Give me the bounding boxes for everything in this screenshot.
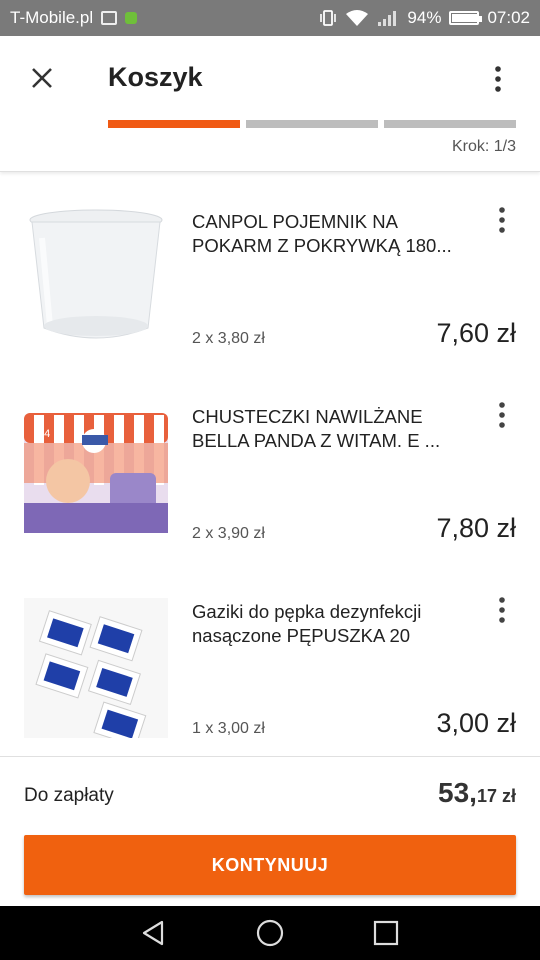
wifi-icon <box>346 10 369 26</box>
product-image-wipes: 64 <box>24 413 168 533</box>
more-vert-icon[interactable] <box>486 64 510 94</box>
product-total: 3,00 zł <box>436 708 516 738</box>
step-indicator: Krok: 1/3 <box>451 138 516 155</box>
continue-button[interactable]: KONTYNUUJ <box>24 835 516 895</box>
svg-text:64: 64 <box>38 428 50 440</box>
product-image-gauze-pads <box>24 598 168 738</box>
back-icon[interactable] <box>138 917 170 949</box>
close-icon[interactable] <box>26 62 58 94</box>
item-more-icon[interactable] <box>490 204 514 236</box>
battery-icon <box>449 11 483 25</box>
signal-icon <box>378 11 397 26</box>
product-quantity: 2 x 3,80 zł <box>192 330 265 347</box>
product-image-container <box>24 208 168 348</box>
product-name[interactable]: Gaziki do pępka dezynfekcji nasączone PĘ… <box>192 600 482 648</box>
checkout-footer: Do zapłaty 53,17 zł KONTYNUUJ <box>0 756 540 906</box>
notification-app-icon <box>125 12 138 24</box>
checkout-progress <box>108 120 516 128</box>
page-title: Koszyk <box>108 62 203 92</box>
product-quantity: 1 x 3,00 zł <box>192 720 265 737</box>
system-nav-bar <box>0 906 540 960</box>
product-name[interactable]: CHUSTECZKI NAWILŻANE BELLA PANDA Z WITAM… <box>192 405 482 453</box>
amount-due-value: 53,17 zł <box>438 777 516 809</box>
product-total: 7,60 zł <box>436 318 516 348</box>
progress-segment <box>246 120 378 128</box>
image-icon <box>101 11 118 25</box>
cart-item[interactable]: Gaziki do pępka dezynfekcji nasączone PĘ… <box>0 562 540 756</box>
cart-items-list: CANPOL POJEMNIK NA POKARM Z POKRYWKĄ 180… <box>0 172 540 756</box>
clock: 07:02 <box>487 8 530 27</box>
progress-segment <box>384 120 516 128</box>
carrier-name: T-Mobile.pl <box>10 8 94 27</box>
battery-percent: 94% <box>407 8 442 27</box>
item-more-icon[interactable] <box>490 399 514 431</box>
amount-due-fraction: 17 zł <box>476 786 516 806</box>
item-more-icon[interactable] <box>490 594 514 626</box>
amount-due-integer: 53, <box>438 777 477 808</box>
progress-segment <box>108 120 240 128</box>
cart-item[interactable]: 64 CHUSTECZKI NAWILŻANE BELLA PANDA Z WI… <box>0 367 540 562</box>
product-name[interactable]: CANPOL POJEMNIK NA POKARM Z POKRYWKĄ 180… <box>192 210 482 258</box>
amount-due-label: Do zapłaty <box>24 785 114 806</box>
cart-item[interactable]: CANPOL POJEMNIK NA POKARM Z POKRYWKĄ 180… <box>0 172 540 367</box>
recents-icon[interactable] <box>370 917 402 949</box>
product-quantity: 2 x 3,90 zł <box>192 525 265 542</box>
product-total: 7,80 zł <box>436 513 516 543</box>
status-bar: T-Mobile.pl 94% 07:02 <box>0 0 540 36</box>
app-header: Koszyk Krok: 1/3 <box>0 36 540 172</box>
home-icon[interactable] <box>254 917 286 949</box>
vibrate-icon <box>320 10 337 26</box>
